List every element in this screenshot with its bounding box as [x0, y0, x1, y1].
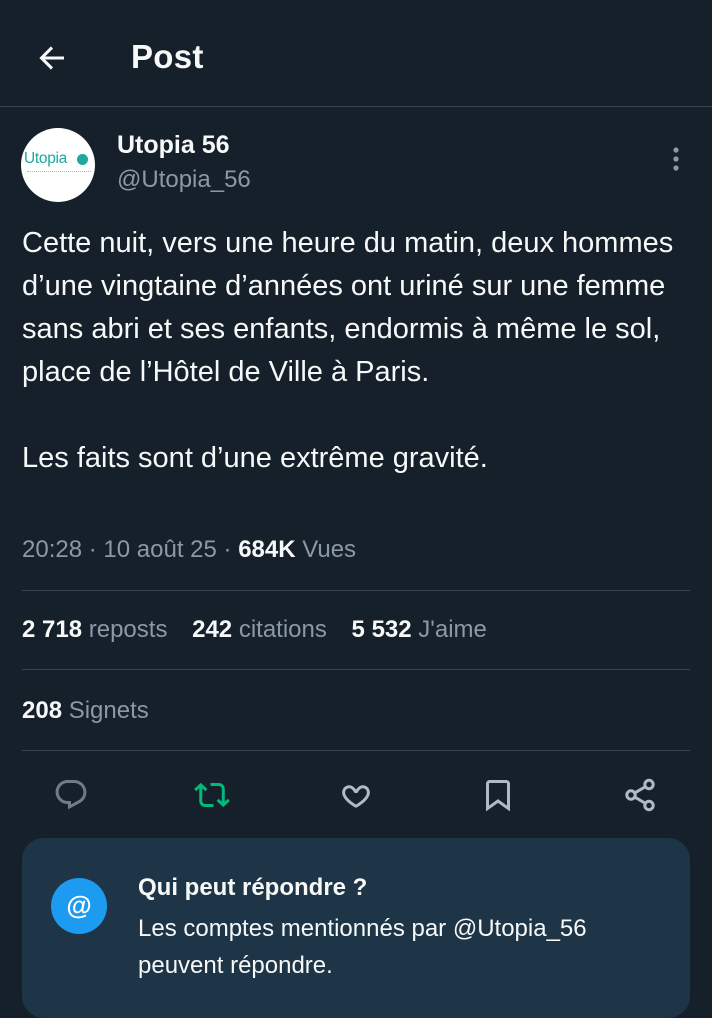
reply-restriction-card: @ Qui peut répondre ? Les comptes mentio…	[22, 838, 690, 1018]
repost-icon[interactable]	[194, 777, 230, 813]
more-options-icon[interactable]	[668, 145, 684, 173]
share-icon[interactable]	[622, 777, 658, 813]
meta-separator: ·	[223, 536, 239, 563]
reply-icon[interactable]	[53, 777, 89, 813]
bookmark-icon[interactable]	[480, 777, 516, 813]
at-icon: @	[51, 878, 107, 934]
author-handle[interactable]: @Utopia_56	[117, 166, 251, 194]
reply-restriction-body: Les comptes mentionnés par @Utopia_56 pe…	[138, 915, 587, 979]
bookmarks-count: 208	[22, 697, 63, 724]
action-bar	[0, 770, 712, 820]
tweet-time[interactable]: 20:28	[22, 536, 82, 563]
reposts-label: reposts	[88, 616, 168, 643]
views-count: 684K	[238, 536, 296, 563]
divider	[22, 669, 690, 670]
divider	[22, 750, 690, 751]
arrow-left-icon[interactable]	[34, 40, 70, 76]
quotes-count: 242	[192, 616, 233, 643]
avatar-tagline	[27, 171, 91, 174]
likes-label: J'aime	[418, 616, 487, 643]
avatar-logo-badge	[77, 154, 88, 165]
divider	[22, 590, 690, 591]
reposts-stat[interactable]: 2 718 reposts	[22, 616, 167, 643]
author-name[interactable]: Utopia 56	[117, 131, 230, 160]
meta-separator: ·	[88, 536, 104, 563]
bookmarks-stat[interactable]: 208 Signets	[22, 697, 149, 725]
likes-stat[interactable]: 5 532 J'aime	[352, 616, 487, 643]
avatar[interactable]: Utopia	[21, 128, 95, 202]
bookmarks-label: Signets	[68, 697, 149, 724]
avatar-logo-text: Utopia	[24, 150, 68, 167]
reply-restriction-title: Qui peut répondre ?	[138, 874, 368, 901]
engagement-stats: 2 718 reposts 242 citations 5 532 J'aime	[22, 616, 505, 644]
views-label: Vues	[302, 536, 357, 563]
page-title: Post	[131, 38, 204, 75]
top-bar: Post	[0, 0, 712, 107]
tweet-text: Cette nuit, vers une heure du matin, deu…	[22, 227, 674, 474]
reposts-count: 2 718	[22, 616, 83, 643]
quotes-stat[interactable]: 242 citations	[192, 616, 327, 643]
quotes-label: citations	[238, 616, 327, 643]
likes-count: 5 532	[351, 616, 412, 643]
like-icon[interactable]	[338, 777, 374, 813]
tweet-meta: 20:28 · 10 août 25 · 684K Vues	[22, 536, 356, 564]
tweet-date[interactable]: 10 août 25	[103, 536, 216, 563]
